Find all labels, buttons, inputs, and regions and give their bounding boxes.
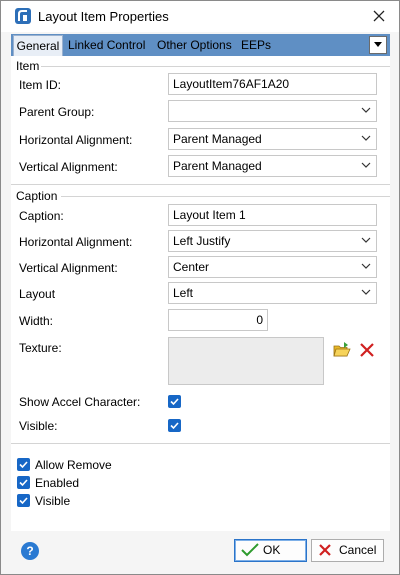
caption-h-align-label: Horizontal Alignment: xyxy=(19,235,133,249)
close-icon[interactable] xyxy=(369,6,389,26)
caption-layout-value: Left xyxy=(173,286,194,300)
caption-v-align-label: Vertical Alignment: xyxy=(19,261,118,275)
clear-texture-icon[interactable] xyxy=(358,341,376,359)
caption-v-align-select[interactable]: Center xyxy=(168,256,377,278)
item-v-align-value: Parent Managed xyxy=(173,159,262,173)
chevron-down-icon xyxy=(361,135,371,141)
window-title: Layout Item Properties xyxy=(38,9,169,24)
caption-v-align-value: Center xyxy=(173,260,210,274)
title-bar[interactable]: Layout Item Properties xyxy=(1,1,399,32)
checkmark-icon xyxy=(170,398,179,406)
item-h-align-value: Parent Managed xyxy=(173,132,262,146)
tab-list-dropdown-button[interactable] xyxy=(369,36,387,54)
section-divider xyxy=(11,184,390,185)
tab-strip: General Linked Control Other Options EEP… xyxy=(11,34,390,57)
tab-other-options[interactable]: Other Options xyxy=(157,34,232,56)
dialog-window: Layout Item Properties General Linked Co… xyxy=(0,0,400,575)
open-folder-icon[interactable] xyxy=(333,341,351,359)
caption-width-label: Width: xyxy=(19,314,54,328)
close-icon xyxy=(319,544,331,556)
item-h-align-label: Horizontal Alignment: xyxy=(19,133,133,147)
checkmark-icon xyxy=(170,422,179,430)
caption-visible-checkbox[interactable] xyxy=(168,419,181,432)
visible-checkbox[interactable] xyxy=(17,494,30,507)
item-group-divider xyxy=(41,66,390,67)
chevron-down-icon xyxy=(361,162,371,168)
enabled-label[interactable]: Enabled xyxy=(35,476,79,490)
visible-label[interactable]: Visible xyxy=(35,494,70,508)
chevron-down-icon xyxy=(374,42,382,47)
ok-button-label: OK xyxy=(263,543,281,557)
help-icon[interactable]: ? xyxy=(21,542,39,560)
checkmark-icon xyxy=(19,497,28,505)
show-accel-label: Show Accel Character: xyxy=(19,395,141,409)
ok-button[interactable]: OK xyxy=(234,539,307,562)
chevron-down-icon xyxy=(361,289,371,295)
general-tab-panel: Item Item ID: LayoutItem76AF1A20 Parent … xyxy=(11,56,390,531)
tab-eeps[interactable]: EEPs xyxy=(241,34,271,56)
caption-visible-label: Visible: xyxy=(19,419,58,433)
item-h-align-select[interactable]: Parent Managed xyxy=(168,128,377,150)
item-v-align-label: Vertical Alignment: xyxy=(19,160,118,174)
caption-group-divider xyxy=(61,196,390,197)
checkmark-icon xyxy=(19,479,28,487)
tab-linked-control[interactable]: Linked Control xyxy=(68,34,145,56)
caption-h-align-value: Left Justify xyxy=(173,234,231,248)
show-accel-checkbox[interactable] xyxy=(168,395,181,408)
texture-label: Texture: xyxy=(19,341,62,355)
cancel-button-label: Cancel xyxy=(339,543,377,557)
parent-group-label: Parent Group: xyxy=(19,105,95,119)
checkmark-icon xyxy=(241,543,259,557)
section-divider xyxy=(11,443,390,444)
caption-h-align-select[interactable]: Left Justify xyxy=(168,230,377,252)
chevron-down-icon xyxy=(361,107,371,113)
caption-label: Caption: xyxy=(19,209,64,223)
caption-width-input[interactable]: 0 xyxy=(168,309,268,331)
allow-remove-checkbox[interactable] xyxy=(17,458,30,471)
caption-input[interactable]: Layout Item 1 xyxy=(168,204,377,226)
item-section-title: Item xyxy=(16,59,40,73)
checkmark-icon xyxy=(19,461,28,469)
cancel-button[interactable]: Cancel xyxy=(311,539,384,562)
item-v-align-select[interactable]: Parent Managed xyxy=(168,155,377,177)
parent-group-select[interactable] xyxy=(168,100,377,122)
allow-remove-label[interactable]: Allow Remove xyxy=(35,458,112,472)
enabled-checkbox[interactable] xyxy=(17,476,30,489)
caption-section-title: Caption xyxy=(16,189,58,203)
chevron-down-icon xyxy=(361,237,371,243)
item-id-label: Item ID: xyxy=(19,78,62,92)
caption-layout-select[interactable]: Left xyxy=(168,282,377,304)
tab-general[interactable]: General xyxy=(13,35,63,57)
chevron-down-icon xyxy=(361,263,371,269)
texture-preview[interactable] xyxy=(168,337,324,385)
caption-layout-label: Layout xyxy=(19,287,56,301)
item-id-input[interactable]: LayoutItem76AF1A20 xyxy=(168,73,377,95)
app-icon xyxy=(15,8,31,24)
